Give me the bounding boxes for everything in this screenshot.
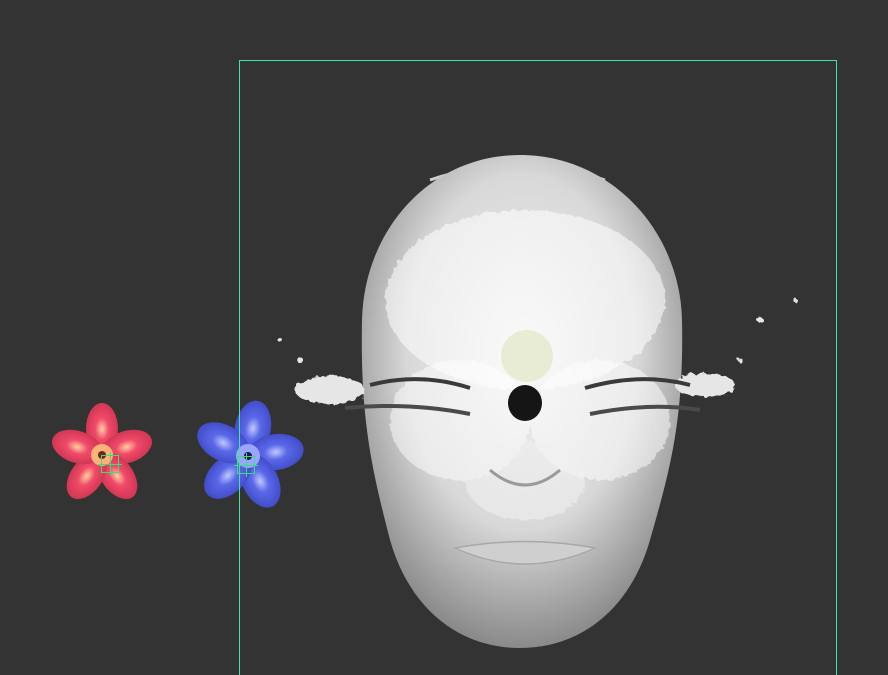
3d-viewport[interactable] bbox=[0, 0, 888, 675]
blue-flower-transform-handle[interactable] bbox=[234, 453, 258, 477]
scene-canvas[interactable] bbox=[0, 0, 888, 675]
red-flower-transform-handle[interactable] bbox=[98, 452, 122, 476]
